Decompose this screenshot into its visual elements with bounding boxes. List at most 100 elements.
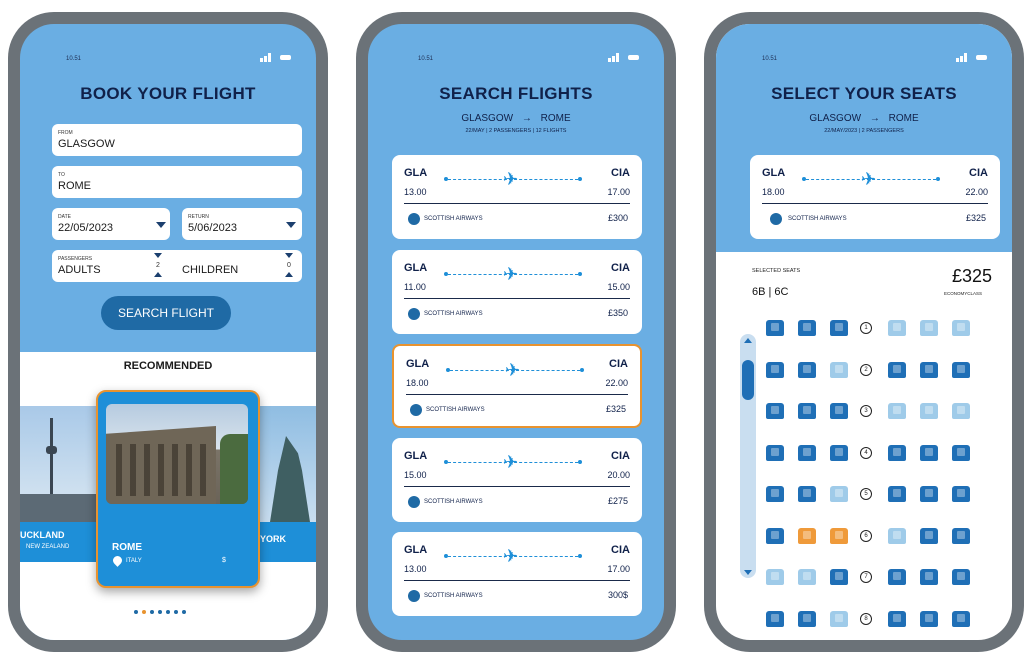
seat-4b[interactable] [798, 444, 816, 461]
carousel-dot-active[interactable] [142, 610, 146, 614]
destination-card-rome[interactable]: ROME ITALY $ [96, 390, 260, 588]
selected-seats-label: SELECTED SEATS [752, 268, 801, 274]
route: GLASGOW → ROME [368, 113, 664, 124]
seat-1c[interactable] [830, 320, 848, 336]
seat-cushion [925, 323, 933, 331]
seat-8c[interactable] [830, 610, 848, 627]
carousel-dot[interactable] [134, 610, 138, 614]
adults-decrement-icon[interactable] [154, 253, 162, 258]
seat-3b[interactable] [798, 403, 816, 419]
seat-1e[interactable] [920, 320, 938, 336]
date-label: DATE [58, 214, 71, 220]
seat-7c[interactable] [830, 569, 848, 585]
seat-2e[interactable] [920, 361, 938, 378]
date-dropdown-icon[interactable] [156, 222, 166, 228]
seat-3c[interactable] [830, 403, 848, 419]
seat-2b[interactable] [798, 361, 816, 378]
seat-7a[interactable] [766, 569, 784, 585]
carousel-dot[interactable] [158, 610, 162, 614]
seat-cushion [835, 530, 843, 539]
destination-card-new-york[interactable]: YORK [252, 406, 316, 562]
carousel-dot[interactable] [174, 610, 178, 614]
selected-flight-card[interactable]: GLA CIA 18.00 22.00 ✈ SCOTTISH AIRWAYS £… [750, 155, 1000, 239]
airline-logo-icon [408, 590, 420, 602]
seat-6c[interactable] [830, 527, 848, 544]
return-field[interactable]: RETURN 5/06/2023 [182, 208, 302, 240]
seat-8d[interactable] [888, 610, 906, 627]
seat-6a[interactable] [766, 527, 784, 544]
flight-dep-time: 13.00 [404, 564, 427, 574]
seat-cushion [803, 613, 811, 622]
scroll-down-icon[interactable] [744, 570, 752, 575]
rome-city: ROME [112, 542, 142, 553]
seat-4e[interactable] [920, 444, 938, 461]
route-from: GLASGOW [809, 113, 862, 124]
flight-card[interactable]: GLA CIA 11.00 15.00 ✈ SCOTTISH AIRWAYS £350 [392, 250, 642, 334]
seat-8e[interactable] [920, 610, 938, 627]
scroll-up-icon[interactable] [744, 338, 752, 343]
seat-6b[interactable] [798, 527, 816, 544]
flight-card[interactable]: GLA CIA 13.00 17.00 ✈ SCOTTISH AIRWAYS 300$ [392, 532, 642, 616]
flight-arr-time: 17.00 [607, 564, 630, 574]
seat-5d[interactable] [888, 486, 906, 502]
seat-2f[interactable] [952, 361, 970, 378]
seat-7f[interactable] [952, 569, 970, 585]
return-dropdown-icon[interactable] [286, 222, 296, 228]
seat-3d[interactable] [888, 403, 906, 419]
seat-4d[interactable] [888, 444, 906, 461]
from-field[interactable]: FROM GLASGOW [52, 124, 302, 156]
flight-to-code: CIA [611, 450, 630, 462]
seat-1f[interactable] [952, 320, 970, 336]
seat-1d[interactable] [888, 320, 906, 336]
flight-to-code: CIA [969, 167, 988, 179]
seat-2c[interactable] [830, 361, 848, 378]
seat-7b[interactable] [798, 569, 816, 585]
seat-2d[interactable] [888, 361, 906, 378]
scroll-thumb[interactable] [742, 360, 754, 400]
carousel-dot[interactable] [166, 610, 170, 614]
seat-3a[interactable] [766, 403, 784, 419]
search-flight-button[interactable]: SEARCH FLIGHT [101, 296, 231, 330]
seat-7e[interactable] [920, 569, 938, 585]
seat-3e[interactable] [920, 403, 938, 419]
children-decrement-icon[interactable] [285, 253, 293, 258]
seat-6f[interactable] [952, 527, 970, 544]
seat-8b[interactable] [798, 610, 816, 627]
to-field[interactable]: TO ROME [52, 166, 302, 198]
seat-8f[interactable] [952, 610, 970, 627]
seat-cushion [803, 364, 811, 373]
seat-cushion [803, 489, 811, 497]
seat-7d[interactable] [888, 569, 906, 585]
date-field[interactable]: DATE 22/05/2023 [52, 208, 170, 240]
passengers-field[interactable]: PASSENGERS ADULTS 2 CHILDREN 0 [52, 250, 302, 282]
phone-book-flight: 10.51 BOOK YOUR FLIGHT FROM GLASGOW TO R… [8, 12, 328, 652]
seat-5f[interactable] [952, 486, 970, 502]
flight-card[interactable]: GLA CIA 18.00 22.00 ✈ SCOTTISH AIRWAYS £325 [392, 344, 642, 428]
seat-4c[interactable] [830, 444, 848, 461]
flight-card[interactable]: GLA CIA 13.00 17.00 ✈ SCOTTISH AIRWAYS £300 [392, 155, 642, 239]
adults-increment-icon[interactable] [154, 272, 162, 277]
carousel-dot[interactable] [150, 610, 154, 614]
children-increment-icon[interactable] [285, 272, 293, 277]
seat-cushion [957, 364, 965, 373]
seat-5e[interactable] [920, 486, 938, 502]
seat-cushion [803, 447, 811, 456]
seat-3f[interactable] [952, 403, 970, 419]
flight-card[interactable]: GLA CIA 15.00 20.00 ✈ SCOTTISH AIRWAYS £275 [392, 438, 642, 522]
seat-4f[interactable] [952, 444, 970, 461]
seat-8a[interactable] [766, 610, 784, 627]
seat-6d[interactable] [888, 527, 906, 544]
carousel-dot[interactable] [182, 610, 186, 614]
seat-1a[interactable] [766, 320, 784, 336]
seat-5b[interactable] [798, 486, 816, 502]
seat-5c[interactable] [830, 486, 848, 502]
seat-5a[interactable] [766, 486, 784, 502]
seat-scrollbar[interactable] [740, 334, 756, 578]
destination-card-auckland[interactable]: UCKLAND NEW ZEALAND [20, 406, 100, 562]
seat-4a[interactable] [766, 444, 784, 461]
seat-2a[interactable] [766, 361, 784, 378]
seat-6e[interactable] [920, 527, 938, 544]
seat-cushion [925, 447, 933, 456]
seat-cushion [925, 572, 933, 580]
seat-1b[interactable] [798, 320, 816, 336]
